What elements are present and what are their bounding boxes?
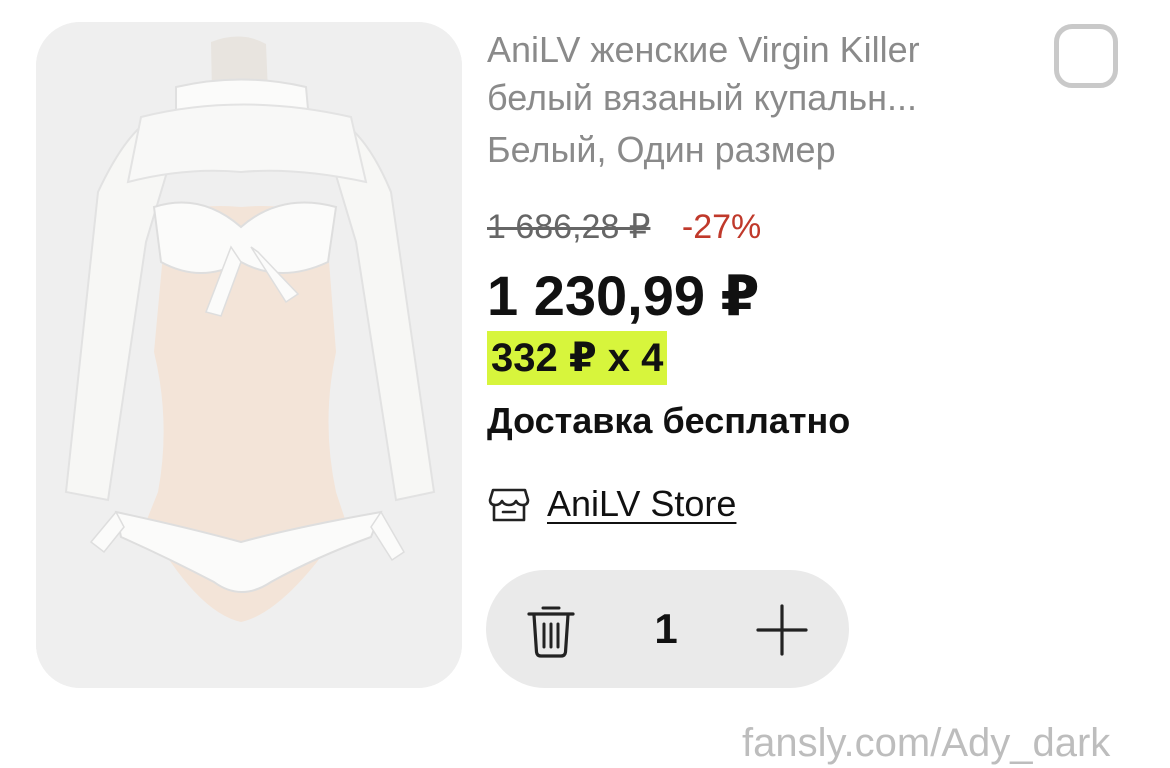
current-price: 1 230,99 ₽ [487, 264, 760, 327]
delivery-info: Доставка бесплатно [487, 400, 851, 441]
price-row: 1 686,28 ₽ -27% [487, 205, 761, 249]
plus-icon[interactable] [754, 602, 810, 658]
store-name: AniLV Store [547, 483, 737, 524]
installment-price: 332 ₽ x 4 [487, 331, 668, 385]
product-variant: Белый, Один размер [487, 129, 836, 170]
select-checkbox[interactable] [1054, 24, 1118, 88]
product-image[interactable] [36, 22, 462, 688]
old-price: 1 686,28 ₽ [487, 208, 651, 246]
trash-icon[interactable] [526, 602, 576, 658]
discount-badge: -27% [681, 208, 762, 246]
store-icon [488, 488, 530, 522]
quantity-value: 1 [654, 605, 678, 652]
store-link[interactable]: AniLV Store [487, 480, 736, 528]
product-title-line2: белый вязаный купальн... [487, 77, 917, 118]
quantity-stepper: 1 [486, 570, 849, 688]
product-title-line1: AniLV женские Virgin Killer [487, 29, 920, 70]
product-photo [36, 22, 462, 688]
product-title[interactable]: AniLV женские Virgin Killer белый вязаны… [487, 26, 1017, 122]
watermark: fansly.com/Ady_dark [742, 721, 1111, 765]
